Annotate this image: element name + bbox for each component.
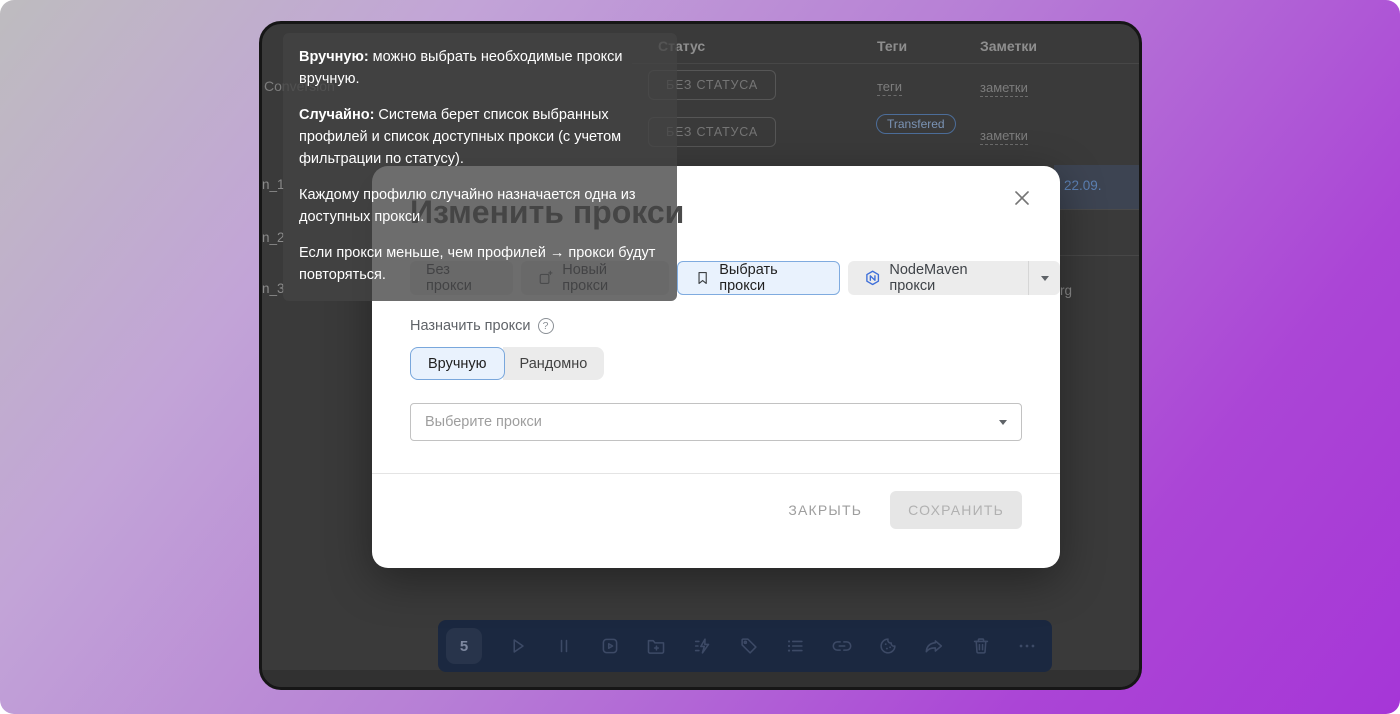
assign-mode-tooltip: Вручную: можно выбрать необходимые прокс… (283, 33, 677, 301)
profile-name-fragment: n_3 (262, 281, 285, 296)
close-icon[interactable] (1010, 186, 1034, 210)
nodemaven-proxy-button[interactable]: NodeMaven прокси (848, 261, 1060, 295)
column-header-notes: Заметки (980, 38, 1037, 54)
nodemaven-logo-icon (864, 269, 881, 287)
save-button[interactable]: СОХРАНИТЬ (890, 491, 1022, 529)
tooltip-paragraph: Случайно: Система берет список выбранных… (299, 104, 661, 170)
random-mode-button[interactable]: Рандомно (503, 347, 605, 380)
header-divider (632, 63, 1142, 64)
dialog-footer: ЗАКРЫТЬ СОХРАНИТЬ (372, 491, 1022, 529)
help-icon[interactable]: ? (538, 318, 554, 334)
profile-name-fragment: n_2 (262, 230, 285, 245)
list-icon (784, 635, 806, 657)
window-footer-strip (262, 670, 1139, 687)
tooltip-paragraph: Вручную: можно выбрать необходимые прокс… (299, 46, 661, 90)
video-play-icon (599, 635, 621, 657)
notes-placeholder-link: заметки (980, 80, 1028, 97)
screenshot-stage: Статус Теги Заметки Conversion БЕЗ СТАТУ… (0, 0, 1400, 714)
link-icon (831, 635, 853, 657)
column-header-tags: Теги (877, 38, 907, 54)
notes-placeholder-link: заметки (980, 128, 1028, 145)
assign-proxy-label: Назначить прокси ? (410, 318, 554, 334)
more-options-icon (1016, 635, 1038, 657)
text-fragment: rg (1060, 283, 1072, 298)
row-divider (1054, 255, 1142, 256)
tag-icon (738, 635, 760, 657)
play-icon (506, 635, 528, 657)
select-proxy-button[interactable]: Выбрать прокси (677, 261, 840, 295)
chevron-down-icon (1041, 276, 1049, 281)
date-link-fragment: 22.09. (1064, 178, 1102, 193)
close-button[interactable]: ЗАКРЫТЬ (774, 492, 876, 528)
footer-divider (372, 473, 1060, 474)
manual-mode-button[interactable]: Вручную (410, 347, 505, 380)
chevron-down-icon (999, 420, 1007, 425)
pause-icon (553, 635, 575, 657)
bookmark-icon (694, 269, 711, 287)
tooltip-paragraph: Каждому профилю случайно назначается одн… (299, 184, 661, 228)
tags-placeholder-link: теги (877, 79, 902, 96)
nodemaven-dropdown-button[interactable] (1028, 261, 1060, 295)
profile-name-fragment: n_1 (262, 177, 285, 192)
cookie-icon (877, 635, 899, 657)
proxy-select[interactable]: Выберите прокси (410, 403, 1022, 441)
tooltip-paragraph: Если прокси меньше, чем профилей → прокс… (299, 242, 661, 286)
automation-icon (692, 635, 714, 657)
bulk-actions-toolbar: 5 (438, 620, 1052, 672)
folder-add-icon (645, 635, 667, 657)
selected-count-badge: 5 (446, 628, 482, 664)
trash-icon (970, 635, 992, 657)
assign-mode-toggle: Вручную Рандомно (410, 347, 604, 380)
proxy-select-placeholder: Выберите прокси (425, 414, 542, 430)
tag-chip: Transfered (876, 114, 956, 134)
share-icon (923, 635, 945, 657)
